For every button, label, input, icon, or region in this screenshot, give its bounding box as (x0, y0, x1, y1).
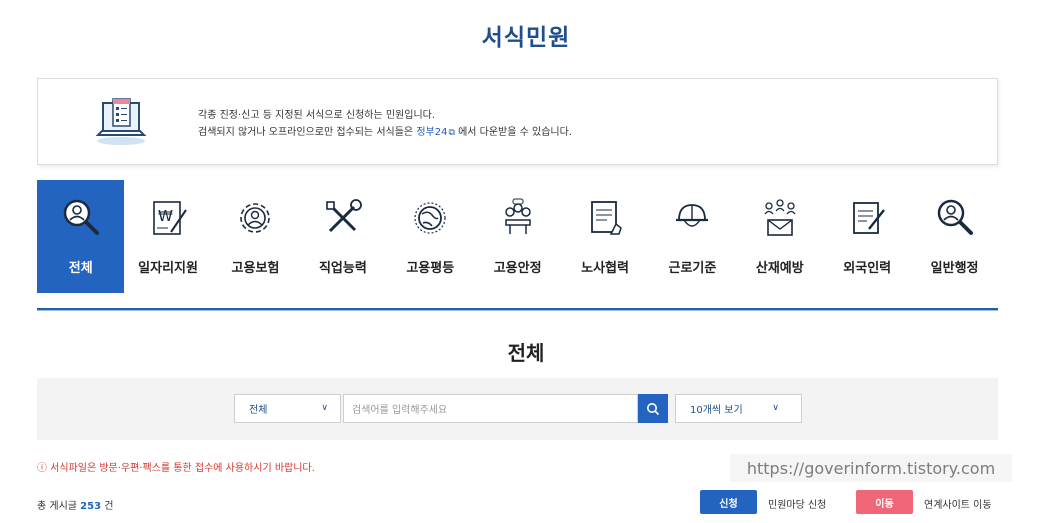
gov24-link[interactable]: 정부24⧉ (416, 127, 455, 138)
tab-accident-prevention[interactable]: 산재예방 (736, 180, 823, 293)
search-button[interactable] (638, 394, 668, 423)
total-suffix: 건 (104, 501, 114, 512)
info-text: 각종 진정·신고 등 지정된 서식으로 신청하는 민원입니다. 검색되지 않거나… (198, 107, 572, 142)
category-select-value: 전체 (249, 405, 268, 416)
search-person-icon (933, 196, 977, 240)
watermark: https://goverinform.tistory.com (730, 454, 1012, 482)
tab-label: 고용평등 (406, 261, 455, 276)
apply-legend-text: 민원마당 신청 (768, 500, 827, 511)
info-box: 각종 진정·신고 등 지정된 서식으로 신청하는 민원입니다. 검색되지 않거나… (37, 78, 998, 165)
tab-label: 고용보험 (231, 261, 280, 276)
per-page-select[interactable]: 10개씩 보기 ∨ (675, 394, 802, 423)
search-bar: 전체 ∨ 검색어를 입력해주세요 10개씩 보기 ∨ (37, 378, 998, 440)
document-pen-icon (845, 196, 889, 240)
tab-label: 근로기준 (668, 261, 717, 276)
move-badge: 이동 (856, 490, 913, 514)
document-hand-icon (583, 196, 627, 240)
tab-employment-insurance[interactable]: 고용보험 (212, 180, 299, 293)
tab-labor-standards[interactable]: 근로기준 (649, 180, 736, 293)
apply-badge: 신청 (700, 490, 757, 514)
tab-label: 전체 (68, 261, 93, 276)
tab-employment-stability[interactable]: 고용안정 (474, 180, 561, 293)
tab-general-administration[interactable]: 일반행정 (911, 180, 998, 293)
tab-label: 일반행정 (930, 261, 979, 276)
tab-vocational-ability[interactable]: 직업능력 (299, 180, 386, 293)
notice-text: ⓘ 서식파일은 방문·우편·팩스를 통한 접수에 사용하시기 바랍니다. (37, 463, 315, 474)
external-link-icon: ⧉ (448, 128, 455, 138)
tab-employment-equality[interactable]: 고용평등 (387, 180, 474, 293)
search-placeholder: 검색어를 입력해주세요 (352, 405, 448, 416)
info-line-1: 각종 진정·신고 등 지정된 서식으로 신청하는 민원입니다. (198, 110, 436, 121)
tab-label: 노사협력 (581, 261, 629, 276)
tab-all[interactable]: 전체 (37, 180, 125, 293)
category-select[interactable]: 전체 ∨ (234, 394, 341, 423)
meeting-icon (496, 196, 540, 240)
tab-label: 직업능력 (318, 261, 367, 276)
search-icon (646, 402, 660, 416)
gov24-link-label: 정부24 (416, 127, 448, 138)
won-document-icon: ₩ (146, 196, 190, 240)
info-line-2-suffix: 에서 다운받을 수 있습니다. (458, 127, 572, 138)
search-input[interactable]: 검색어를 입력해주세요 (343, 394, 638, 423)
page-title: 서식민원 (481, 25, 571, 51)
move-legend-text: 연계사이트 이동 (924, 500, 992, 511)
total-prefix: 총 게시글 (37, 501, 77, 512)
section-divider-thin (37, 310, 998, 311)
search-person-icon (59, 196, 103, 240)
people-mail-icon (758, 196, 802, 240)
chevron-down-icon: ∨ (321, 403, 328, 413)
tab-job-support[interactable]: ₩ 일자리지원 (124, 180, 211, 293)
tab-label: 산재예방 (755, 261, 804, 276)
globe-icon (408, 196, 452, 240)
tools-icon (321, 196, 365, 240)
section-title: 전체 (507, 341, 545, 365)
tab-labor-cooperation[interactable]: 노사협력 (561, 180, 648, 293)
category-tabs: 전체 ₩ 일자리지원 고용보험 직업능력 고용평등 고용안정 노사협력 근로기준… (37, 180, 998, 293)
per-page-select-value: 10개씩 보기 (690, 405, 743, 416)
helmet-icon (670, 196, 714, 240)
info-line-2: 검색되지 않거나 오프라인으로만 접수되는 서식들은 정부24⧉ 에서 다운받을… (198, 124, 572, 142)
tab-label: 고용안정 (493, 261, 542, 276)
tab-label: 일자리지원 (138, 261, 198, 276)
svg-text:₩: ₩ (158, 207, 173, 225)
total-count: 총 게시글 253 건 (37, 497, 113, 512)
laptop-document-icon (94, 97, 148, 147)
info-line-2-prefix: 검색되지 않거나 오프라인으로만 접수되는 서식들은 (198, 127, 414, 138)
chevron-down-icon: ∨ (772, 403, 779, 413)
tab-foreign-workforce[interactable]: 외국인력 (824, 180, 911, 293)
gear-person-icon (233, 196, 277, 240)
total-count-value: 253 (80, 501, 102, 512)
tab-label: 외국인력 (843, 261, 892, 276)
